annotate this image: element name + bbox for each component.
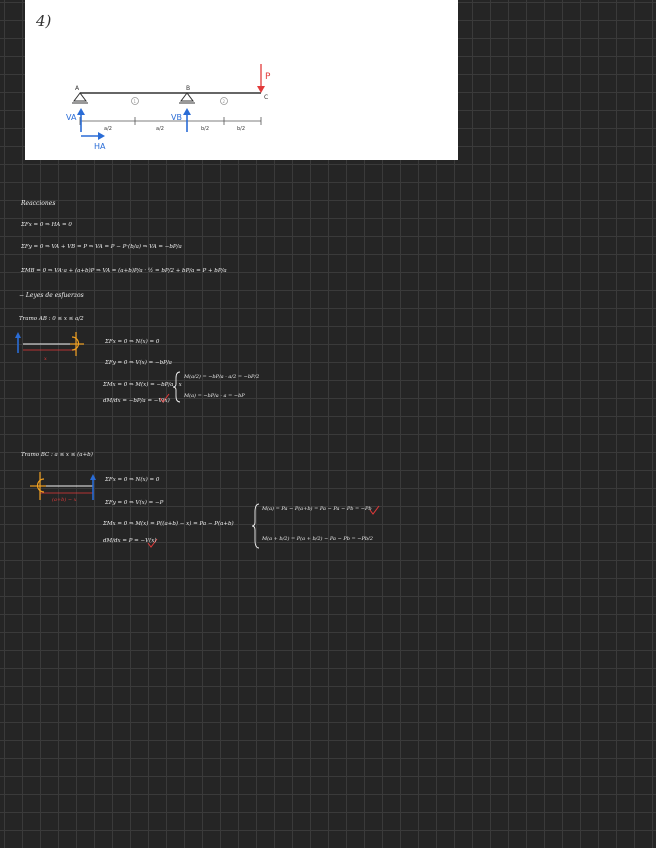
bc-eq-dm: dM/dx = P = −V(x) bbox=[103, 538, 157, 544]
trama-bc-title: Tramo BC : a ≤ x ≤ (a+b) bbox=[21, 452, 93, 458]
bc-eq-fx: ΣFx = 0 ⇒ N(x) = 0 bbox=[105, 477, 160, 483]
bc-internal-forces-icon bbox=[30, 472, 46, 500]
bc-p-arrow-icon bbox=[90, 474, 96, 500]
ab-eq-fx: ΣFx = 0 ⇒ N(x) = 0 bbox=[105, 339, 160, 345]
bc-eq-mx: ΣMx = 0 ⇒ M(x) = P((a+b) − x) = Pa − P(a… bbox=[103, 521, 234, 527]
free-body-diagrams bbox=[15, 332, 380, 549]
ab-va-arrow-icon bbox=[15, 332, 21, 353]
ab-eq-fy: ΣFy = 0 ⇒ V(x) = −bP/a bbox=[105, 360, 172, 366]
ab-moment-a: M(a) = −bP/a · a = −bP bbox=[184, 393, 245, 399]
ab-moment-half: M(a/2) = −bP/a · a/2 = −bP/2 bbox=[184, 374, 260, 380]
bc-eq-fy: ΣFy = 0 ⇒ V(x) = −P bbox=[105, 500, 164, 506]
bc-x-label: (a+b) − x bbox=[52, 497, 77, 503]
ab-eq-dm: dM/dx = −bP/a = −V(x) bbox=[103, 398, 170, 404]
ab-internal-forces-icon bbox=[70, 332, 84, 356]
ab-eq-mx: ΣMx = 0 ⇒ M(x) = −bP/a · x bbox=[103, 382, 182, 388]
ab-x-label: x bbox=[44, 356, 47, 362]
bc-moment-half: M(a + b/2) = P(a + b/2) − Pa − Pb = −Pb/… bbox=[262, 536, 373, 542]
bc-moment-a: M(a) = Pa − P(a+b) = Pa − Pa − Pb = −Pb bbox=[262, 506, 372, 512]
bc-brace bbox=[251, 503, 260, 549]
